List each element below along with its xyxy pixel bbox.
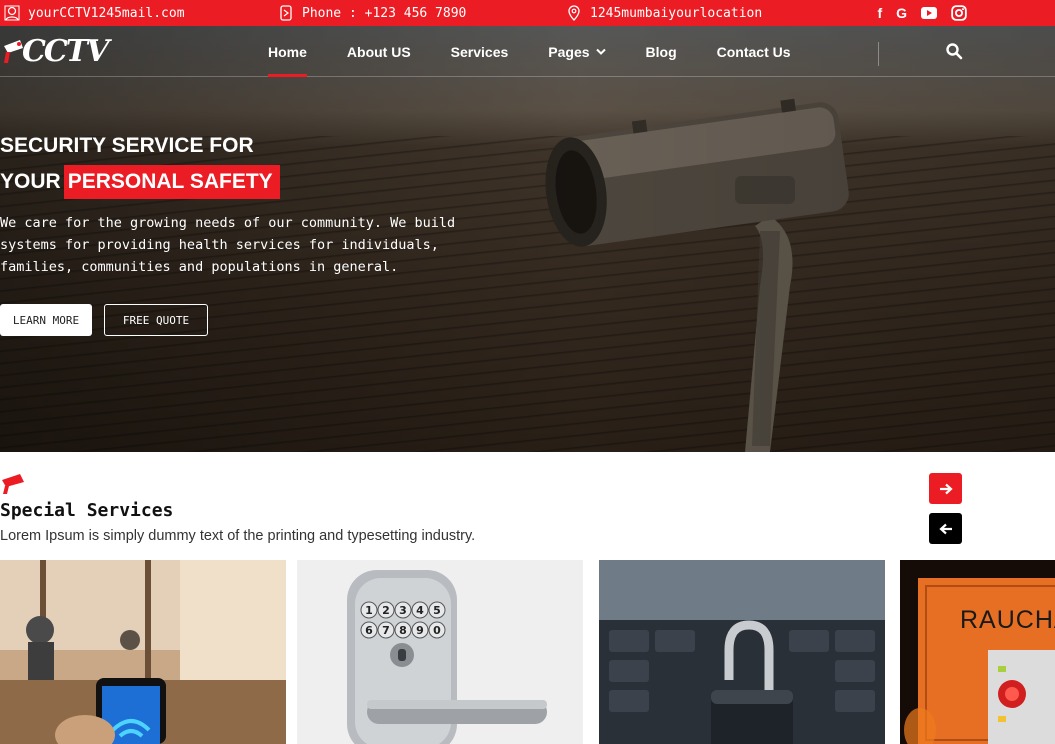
hero-description: We care for the growing needs of our com… — [0, 215, 456, 275]
email-icon — [4, 5, 20, 21]
keypad-key: 6 — [360, 621, 378, 639]
nav-home-label: Home — [268, 43, 307, 60]
keypad-digit: 2 — [382, 604, 390, 617]
main-navbar: CCTV Home About US Services Pages Blog C… — [0, 26, 1055, 77]
keypad-key: 1 — [360, 601, 378, 619]
service-card-padlock[interactable] — [599, 560, 885, 744]
keypad-key: 3 — [394, 601, 412, 619]
instagram-icon[interactable] — [951, 5, 967, 21]
nav-divider — [878, 42, 879, 66]
padlock-keyboard-image — [599, 560, 885, 744]
smoke-alarm-label: RAUCHA — [960, 606, 1055, 634]
keypad-digit: 7 — [382, 624, 390, 637]
keypad-digit: 1 — [365, 604, 373, 617]
keypad-key: 9 — [411, 621, 429, 639]
social-links: f G — [877, 0, 967, 26]
arrow-left-icon — [938, 523, 952, 534]
keypad-digit: 5 — [433, 604, 441, 617]
keypad-digit: 4 — [416, 604, 424, 617]
keypad-digit: 9 — [416, 624, 424, 637]
service-card-keypad-lock[interactable]: 12345 67890 — [297, 560, 583, 744]
nav-item-blog[interactable]: Blog — [646, 26, 677, 77]
facebook-icon[interactable]: f — [877, 5, 882, 21]
smartphone-cafe-image — [0, 560, 286, 744]
hero-banner: SECURITY SERVICE FOR YOUR PERSONAL SAFET… — [0, 26, 1055, 452]
services-title: Special Services — [0, 500, 174, 521]
carousel-prev-button[interactable] — [929, 513, 962, 544]
location-pin-icon — [568, 5, 580, 21]
arrow-right-icon — [939, 483, 953, 494]
nav-about-label: About US — [346, 43, 411, 60]
nav-blog-label: Blog — [645, 43, 677, 60]
hero-title-line2: YOUR PERSONAL SAFETY — [0, 165, 280, 199]
location-text: 1245mumbaiyourlocation — [590, 5, 763, 21]
location-contact[interactable]: 1245mumbaiyourlocation — [566, 0, 762, 26]
smoke-alarm-image — [900, 560, 1055, 744]
youtube-icon[interactable] — [921, 5, 937, 21]
logo-text: CCTV — [22, 33, 109, 69]
learn-more-button[interactable]: LEARN MORE — [0, 304, 92, 336]
brand-logo[interactable]: CCTV — [0, 33, 109, 69]
free-quote-button[interactable]: FREE QUOTE — [104, 304, 208, 336]
nav-contact-label: Contact Us — [716, 43, 791, 60]
phone-icon — [280, 5, 292, 21]
nav-item-about[interactable]: About US — [347, 26, 411, 77]
services-subtitle: Lorem Ipsum is simply dummy text of the … — [0, 528, 476, 544]
top-bar: yourCCTV1245mail.com Phone : +123 456 78… — [0, 0, 1055, 26]
keypad-digit: 8 — [399, 624, 407, 637]
hero-title-highlight: PERSONAL SAFETY — [63, 165, 280, 199]
nav-item-pages[interactable]: Pages — [548, 26, 606, 77]
hero-title-prefix: YOUR — [0, 170, 61, 193]
keypad-digit: 3 — [399, 604, 407, 617]
keypad-key: 8 — [394, 621, 412, 639]
keypad-digit: 0 — [433, 624, 441, 637]
phone-contact[interactable]: Phone : +123 456 7890 — [278, 0, 466, 26]
nav-item-contact[interactable]: Contact Us — [717, 26, 791, 77]
service-card-smoke-alarm[interactable]: RAUCHA — [900, 560, 1055, 744]
nav-menu: Home About US Services Pages Blog Contac… — [268, 26, 831, 77]
email-contact[interactable]: yourCCTV1245mail.com — [4, 0, 185, 26]
keypad-lock-image: 1 2 3 4 5 6 7 8 9 0 — [297, 560, 583, 744]
hero-title-line1: SECURITY SERVICE FOR — [0, 134, 254, 157]
service-card-smartphone[interactable] — [0, 560, 286, 744]
nav-services-label: Services — [450, 43, 509, 60]
keypad-key: 0 — [428, 621, 446, 639]
keypad-key: 4 — [411, 601, 429, 619]
phone-text: Phone : +123 456 7890 — [302, 5, 467, 21]
keypad-key: 2 — [377, 601, 395, 619]
nav-pages-label: Pages — [548, 43, 590, 60]
keypad-key: 7 — [377, 621, 395, 639]
nav-item-services[interactable]: Services — [451, 26, 509, 77]
nav-item-home[interactable]: Home — [268, 26, 307, 77]
carousel-next-button[interactable] — [929, 473, 962, 504]
search-icon[interactable] — [944, 41, 964, 61]
chevron-down-icon — [595, 48, 606, 55]
email-text: yourCCTV1245mail.com — [28, 5, 185, 21]
google-icon[interactable]: G — [896, 5, 907, 21]
keypad-key: 5 — [428, 601, 446, 619]
keypad-digit: 6 — [365, 624, 373, 637]
cctv-camera-icon — [2, 474, 24, 494]
